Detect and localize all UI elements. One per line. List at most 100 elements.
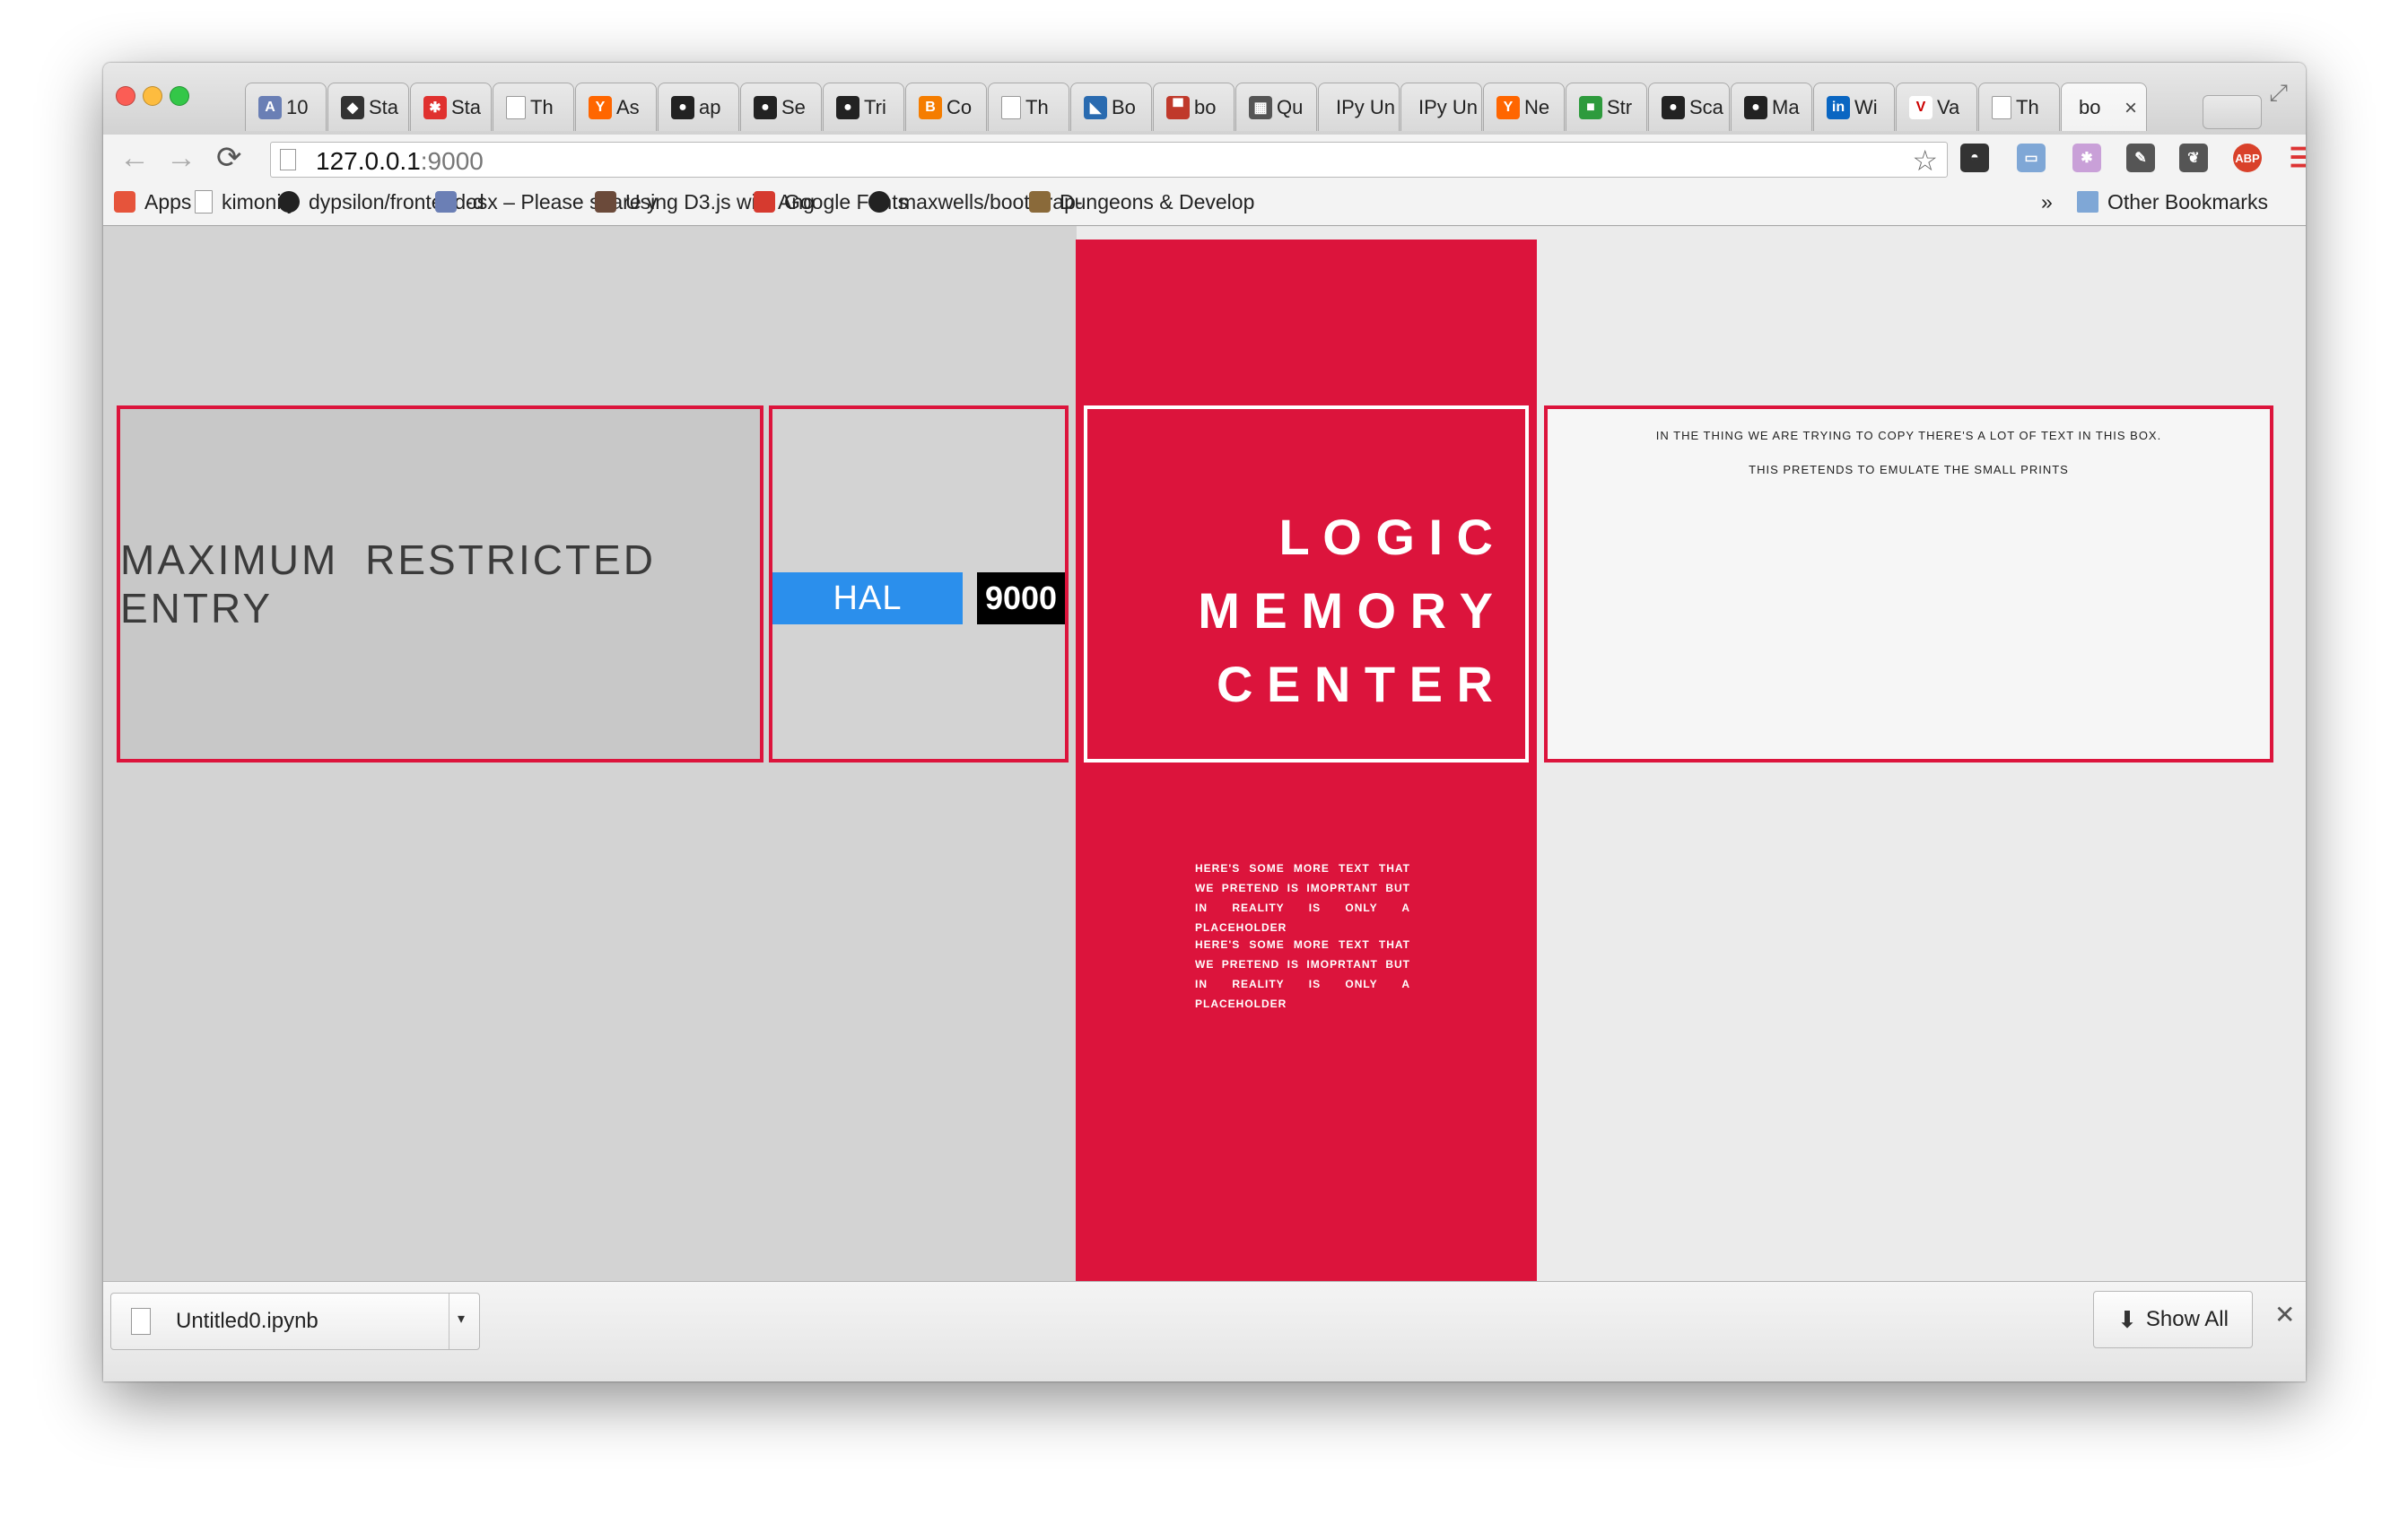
tab-title: bo: [1194, 95, 1217, 118]
zoom-window-button[interactable]: [170, 86, 189, 106]
red-paragraph-2: HERE'S SOME MORE TEXT THAT WE PRETEND IS…: [1195, 938, 1410, 1010]
github-icon: ●: [671, 95, 694, 119]
close-download-bar-icon[interactable]: ✕: [2274, 1300, 2295, 1329]
photo-icon: [595, 191, 616, 213]
tab-0[interactable]: A 10: [245, 83, 327, 131]
page-icon: [506, 95, 526, 119]
tab-3[interactable]: Th: [493, 83, 574, 131]
tab-title: 10: [286, 95, 309, 118]
bookmark-star-icon[interactable]: ☆: [1912, 144, 1938, 178]
forward-button[interactable]: →: [166, 140, 196, 176]
gear-ring-icon: [1029, 191, 1051, 213]
cube-icon: ■: [1579, 95, 1602, 119]
restricted-entry-text: MAXIMUM RESTRICTED ENTRY: [120, 536, 656, 632]
bookmark-label: Dungeons & Develop: [1060, 189, 1255, 214]
tab-title: Sta: [451, 95, 482, 118]
page-icon: [1001, 95, 1021, 119]
tab-title: bo: [2079, 95, 2101, 118]
dropper-extension-icon[interactable]: ✎: [2126, 144, 2155, 172]
puzzle-extension-icon[interactable]: ✱: [2072, 144, 2101, 172]
tab-7[interactable]: ● Tri: [823, 83, 904, 131]
command-icon: [435, 191, 457, 213]
folder-icon: [2077, 191, 2098, 213]
tab-2[interactable]: ✱ Sta: [410, 83, 492, 131]
minimize-window-button[interactable]: [143, 86, 162, 106]
window-extension-icon[interactable]: ▭: [2017, 144, 2046, 172]
bookmark-0[interactable]: Apps: [114, 188, 191, 215]
tab-19[interactable]: in Wi: [1813, 83, 1895, 131]
download-bar: Untitled0.ipynb ▾ ⬇ Show All ✕: [103, 1281, 2306, 1381]
bookmarks-overflow-button[interactable]: »: [2041, 188, 2053, 215]
page-icon: [280, 149, 296, 170]
google-fonts-icon: [754, 191, 775, 213]
tab-title: Ma: [1772, 95, 1800, 118]
tab-21[interactable]: Th: [1978, 83, 2060, 131]
tab-16[interactable]: ■ Str: [1566, 83, 1647, 131]
bookmark-7[interactable]: Dungeons & Develop: [1029, 188, 1254, 215]
page-icon: [1992, 95, 2011, 119]
evernote-extension-icon[interactable]: ❦: [2179, 144, 2208, 172]
tab-title: Va: [1937, 95, 1960, 118]
reload-button[interactable]: ⟳: [216, 140, 242, 176]
close-window-button[interactable]: [116, 86, 135, 106]
logic-line-3: C E N T E R: [1216, 656, 1493, 712]
download-item[interactable]: Untitled0.ipynb ▾: [110, 1293, 480, 1350]
circle-a-icon: A: [258, 95, 282, 119]
toolbar: ← → ⟳ 127.0.0.1:9000 ☆ ◓ ▭ ✱ ✎ ❦ ABP ☰: [103, 135, 2306, 181]
address-bar[interactable]: 127.0.0.1:9000 ☆: [270, 142, 1948, 178]
tab-5[interactable]: ● ap: [658, 83, 739, 131]
tab-1[interactable]: ◆ Sta: [327, 83, 409, 131]
hal-number: 9000: [977, 572, 1065, 624]
tab-6[interactable]: ● Se: [740, 83, 822, 131]
tab-title: Th: [2016, 95, 2039, 118]
small-print-box: IN THE THING WE ARE TRYING TO COPY THERE…: [1544, 405, 2273, 762]
github-icon: [868, 191, 890, 213]
tab-22[interactable]: bo ×: [2061, 83, 2147, 131]
adblock-extension-icon[interactable]: ABP: [2233, 144, 2262, 172]
close-tab-icon[interactable]: ×: [2124, 96, 2137, 121]
other-bookmarks-folder[interactable]: Other Bookmarks: [2077, 188, 2268, 215]
fullscreen-icon[interactable]: ⤢: [2269, 79, 2288, 108]
blogger-icon: B: [919, 95, 942, 119]
tab-9[interactable]: Th: [988, 83, 1069, 131]
small-print-1: IN THE THING WE ARE TRYING TO COPY THERE…: [1655, 429, 2162, 442]
back-button[interactable]: ←: [119, 140, 150, 176]
tab-14[interactable]: IPy Un: [1400, 83, 1482, 131]
tab-13[interactable]: IPy Un: [1318, 83, 1400, 131]
tab-18[interactable]: ● Ma: [1731, 83, 1812, 131]
tab-11[interactable]: ▀ bo: [1153, 83, 1235, 131]
new-tab-button[interactable]: [2203, 95, 2262, 129]
tab-12[interactable]: ▦ Qu: [1235, 83, 1317, 131]
show-all-downloads-button[interactable]: ⬇ Show All: [2093, 1291, 2253, 1348]
page-icon: [195, 190, 213, 214]
tab-17[interactable]: ● Sca: [1648, 83, 1730, 131]
ycombinator-icon: Y: [589, 95, 612, 119]
tab-4[interactable]: Y As: [575, 83, 657, 131]
tab-title: Bo: [1112, 95, 1136, 118]
download-menu-arrow-icon[interactable]: ▾: [458, 1310, 465, 1328]
restricted-entry-box: MAXIMUM RESTRICTED ENTRY: [117, 405, 763, 762]
page-viewport: HERE'S SOME MORE TEXT THAT WE PRETEND IS…: [103, 226, 2306, 1281]
url-text: 127.0.0.1:9000: [316, 147, 484, 176]
tab-15[interactable]: Y Ne: [1483, 83, 1565, 131]
tab-title: Th: [1025, 95, 1049, 118]
bookmark-label: Apps: [144, 189, 192, 214]
tab-title: Sca: [1689, 95, 1723, 118]
hal-label: HAL: [772, 572, 963, 624]
bootstrap-icon: ◣: [1084, 95, 1107, 119]
tab-8[interactable]: B Co: [905, 83, 987, 131]
ycombinator-icon: Y: [1496, 95, 1520, 119]
menu-icon[interactable]: ☰: [2287, 144, 2306, 173]
github-icon: ●: [836, 95, 859, 119]
tab-10[interactable]: ◣ Bo: [1070, 83, 1152, 131]
tab-strip: A 10 ◆ Sta ✱ Sta Th Y As ● ap ● Se ● Tri B Co Th ◣ Bo ▀ bo ▦ Qu…: [103, 63, 2306, 135]
mask-extension-icon[interactable]: ◓: [1960, 144, 1989, 172]
download-filename: Untitled0.ipynb: [176, 1309, 318, 1333]
tab-list: A 10 ◆ Sta ✱ Sta Th Y As ● ap ● Se ● Tri B Co Th ◣ Bo ▀ bo ▦ Qu…: [245, 83, 2148, 135]
github-icon: ●: [1662, 95, 1685, 119]
browser-window: A 10 ◆ Sta ✱ Sta Th Y As ● ap ● Se ● Tri B Co Th ◣ Bo ▀ bo ▦ Qu…: [103, 63, 2306, 1381]
linkedin-icon: in: [1827, 95, 1850, 119]
tab-20[interactable]: V Va: [1896, 83, 1977, 131]
bug-icon: ✱: [423, 95, 447, 119]
file-icon: [131, 1308, 151, 1335]
